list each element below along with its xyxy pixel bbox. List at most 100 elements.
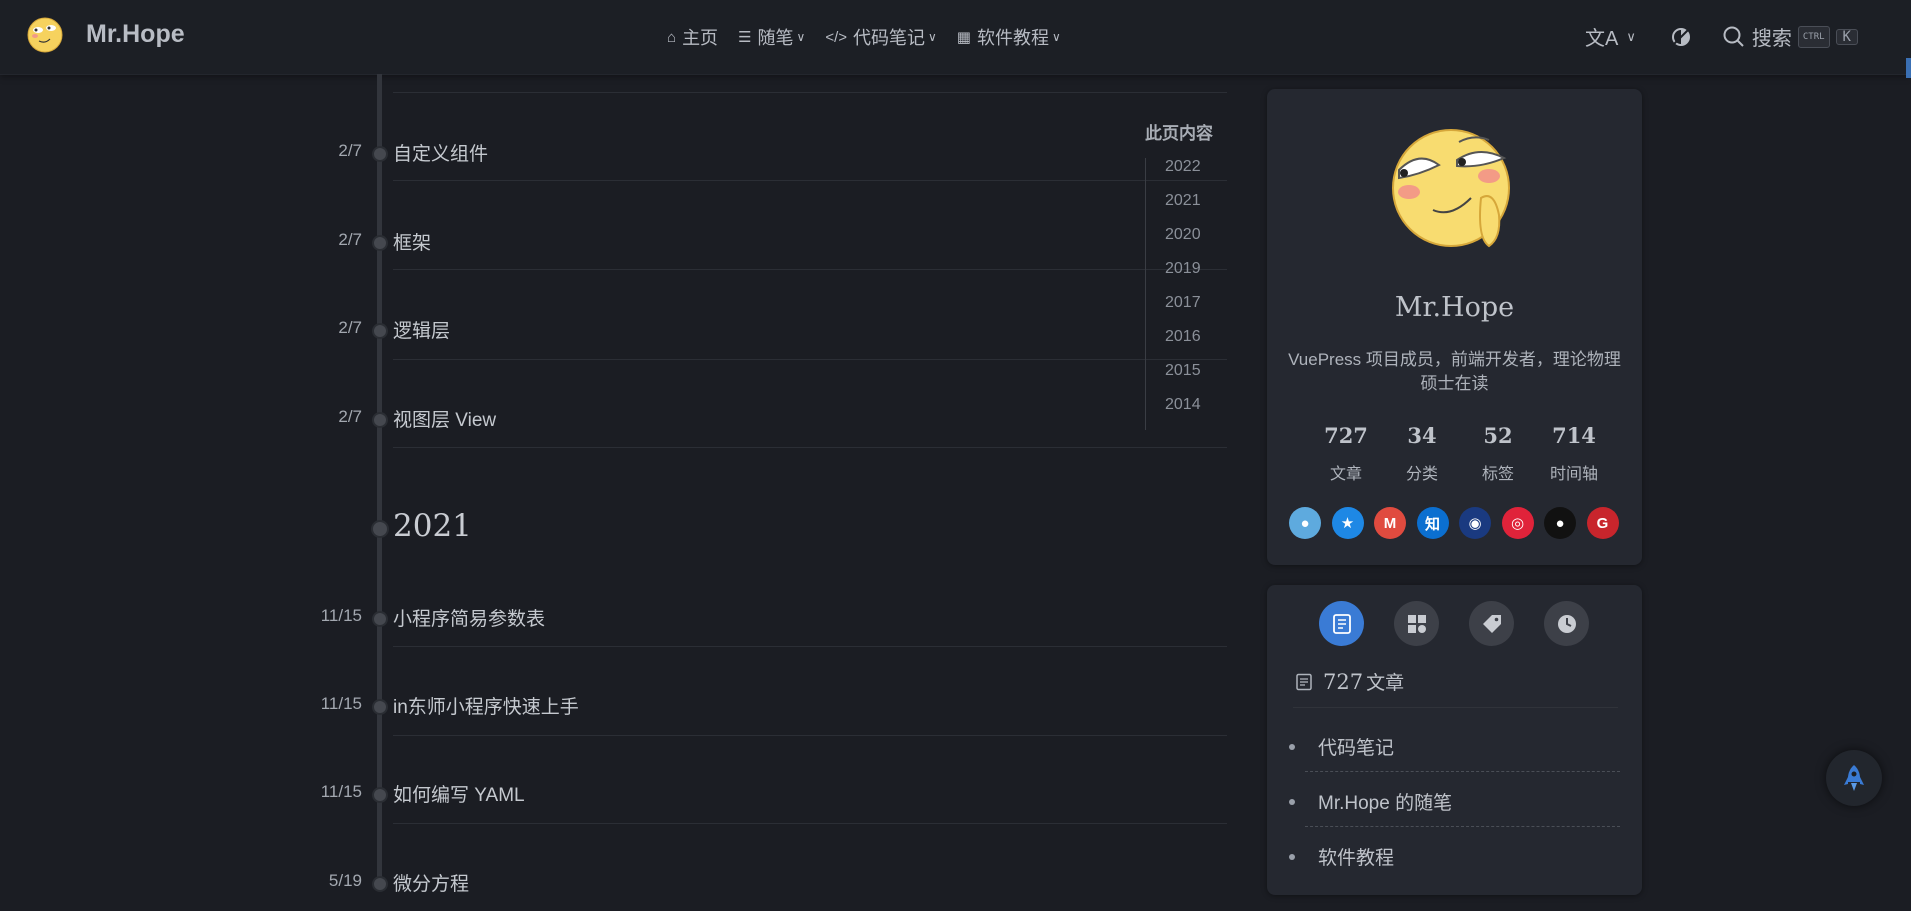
timeline-title[interactable]: 视图层 View bbox=[393, 405, 496, 432]
qzone-icon[interactable]: ★ bbox=[1331, 507, 1364, 539]
nav-home[interactable]: ⌂ 主页 bbox=[667, 24, 718, 50]
kbd-ctrl: CTRL bbox=[1797, 25, 1830, 48]
qq-icon[interactable]: ● bbox=[1289, 507, 1321, 539]
steam-icon[interactable]: ◉ bbox=[1459, 507, 1491, 539]
gmail-icon[interactable]: M bbox=[1374, 507, 1406, 539]
timeline-title[interactable]: 逻辑层 bbox=[393, 316, 450, 343]
timeline-item[interactable]: 2/7 框架 bbox=[0, 230, 1230, 270]
language-switch[interactable]: 文A ∨ bbox=[1585, 22, 1636, 51]
list-item[interactable]: 代码笔记 bbox=[1289, 733, 1622, 788]
tag-icon bbox=[1482, 614, 1501, 633]
timeline-title[interactable]: 框架 bbox=[393, 228, 431, 255]
timeline-separator bbox=[393, 92, 1227, 93]
divider bbox=[1305, 771, 1620, 772]
logo-icon bbox=[27, 17, 63, 53]
list-item[interactable]: 软件教程 bbox=[1289, 843, 1622, 898]
toc-list: 2022 2021 2020 2019 2017 2016 2015 2014 bbox=[1145, 158, 1225, 430]
toc-heading: 此页内容 bbox=[1145, 124, 1213, 143]
weibo-icon[interactable]: ◎ bbox=[1501, 507, 1534, 539]
timeline-separator bbox=[393, 180, 1227, 181]
nav-notes-dropdown[interactable]: ☰ 随笔 ∨ bbox=[738, 24, 805, 50]
github-icon[interactable]: ● bbox=[1544, 507, 1576, 539]
timeline-title[interactable]: 自定义组件 bbox=[393, 139, 488, 166]
nav-software-label: 软件教程 bbox=[976, 28, 1049, 48]
timeline-item[interactable]: 11/15 in东师小程序快速上手 bbox=[0, 694, 1230, 734]
toc-item[interactable]: 2014 bbox=[1165, 396, 1225, 430]
divider bbox=[1305, 826, 1620, 827]
toc-item[interactable]: 2017 bbox=[1165, 294, 1225, 328]
toc-item[interactable]: 2019 bbox=[1165, 260, 1225, 294]
nav-actions: 文A ∨ 搜索 CTRL K bbox=[1585, 22, 1858, 51]
timeline-title[interactable]: in东师小程序快速上手 bbox=[393, 692, 579, 719]
stat-articles[interactable]: 727 文章 bbox=[1308, 423, 1384, 484]
timeline-dot bbox=[372, 412, 388, 428]
search-label: 搜索 bbox=[1751, 28, 1792, 50]
toc-item[interactable]: 2016 bbox=[1165, 328, 1225, 362]
bullet-icon bbox=[1289, 744, 1295, 750]
timeline-dot bbox=[372, 787, 388, 803]
category-link[interactable]: Mr.Hope 的随笔 bbox=[1318, 788, 1452, 815]
category-icon bbox=[1407, 614, 1426, 633]
zhihu-icon[interactable]: 知 bbox=[1416, 507, 1449, 539]
timeline-item[interactable]: 2/7 逻辑层 bbox=[0, 318, 1230, 358]
tab-tags[interactable] bbox=[1469, 601, 1514, 646]
category-link[interactable]: 软件教程 bbox=[1318, 843, 1394, 870]
tab-articles[interactable] bbox=[1319, 601, 1364, 646]
stat-number: 727 bbox=[1324, 423, 1368, 448]
timeline-date: 11/15 bbox=[320, 606, 362, 625]
toc-item[interactable]: 2021 bbox=[1165, 192, 1225, 226]
divider bbox=[1293, 707, 1618, 708]
bullet-icon bbox=[1289, 854, 1295, 860]
brand-link[interactable]: Mr.Hope bbox=[25, 14, 185, 54]
timeline-item[interactable]: 2/7 视图层 View bbox=[0, 407, 1230, 447]
category-list: 代码笔记 Mr.Hope 的随笔 软件教程 bbox=[1289, 733, 1622, 898]
timeline-item[interactable]: 11/15 如何编写 YAML bbox=[0, 782, 1230, 822]
scroll-indicator bbox=[1906, 58, 1911, 78]
nav-notes-label: 随笔 bbox=[757, 28, 794, 48]
toc-item[interactable]: 2022 bbox=[1165, 158, 1225, 192]
social-links: ● ★ M 知 ◉ ◎ ● G bbox=[1289, 507, 1629, 539]
translate-icon: 文A bbox=[1585, 28, 1619, 50]
timeline-date: 2/7 bbox=[338, 407, 362, 426]
timeline-date: 2/7 bbox=[338, 230, 362, 249]
stat-label: 文章 bbox=[1329, 466, 1362, 483]
timeline-dot bbox=[372, 611, 388, 627]
nav-code-dropdown[interactable]: </> 代码笔记 ∨ bbox=[825, 24, 936, 50]
search-button[interactable]: 搜索 CTRL K bbox=[1722, 22, 1858, 51]
stat-label: 标签 bbox=[1481, 466, 1514, 483]
code-icon: </> bbox=[825, 28, 847, 46]
nav-software-dropdown[interactable]: ▦ 软件教程 ∨ bbox=[957, 24, 1061, 50]
timeline-item[interactable]: 5/19 微分方程 bbox=[0, 871, 1230, 911]
tab-categories[interactable] bbox=[1394, 601, 1439, 646]
gitee-icon[interactable]: G bbox=[1586, 507, 1619, 539]
clock-icon bbox=[1557, 614, 1576, 633]
stat-tags[interactable]: 52 标签 bbox=[1460, 423, 1536, 484]
stat-label: 时间轴 bbox=[1549, 466, 1598, 483]
timeline-date: 2/7 bbox=[338, 141, 362, 160]
theme-toggle-icon[interactable] bbox=[1670, 26, 1692, 48]
notes-icon: ☰ bbox=[738, 29, 752, 46]
profile-stats: 727 文章 34 分类 52 标签 714 时间轴 bbox=[1308, 423, 1612, 484]
toc-item[interactable]: 2020 bbox=[1165, 226, 1225, 260]
timeline-date: 11/15 bbox=[320, 694, 362, 713]
tab-timeline[interactable] bbox=[1544, 601, 1589, 646]
list-item[interactable]: Mr.Hope 的随笔 bbox=[1289, 788, 1622, 843]
timeline-year-heading: 2021 bbox=[393, 508, 472, 544]
stat-categories[interactable]: 34 分类 bbox=[1384, 423, 1460, 484]
bullet-icon bbox=[1289, 799, 1295, 805]
article-icon bbox=[1296, 673, 1312, 690]
timeline-separator bbox=[393, 447, 1227, 448]
category-link[interactable]: 代码笔记 bbox=[1318, 733, 1394, 760]
stat-number: 714 bbox=[1552, 423, 1596, 448]
back-to-top-button[interactable] bbox=[1826, 750, 1882, 806]
toc-item[interactable]: 2015 bbox=[1165, 362, 1225, 396]
timeline-item[interactable]: 2/7 自定义组件 bbox=[0, 141, 1230, 181]
timeline-dot bbox=[372, 699, 388, 715]
timeline-title[interactable]: 小程序简易参数表 bbox=[393, 604, 545, 631]
nav-home-label: 主页 bbox=[682, 28, 719, 48]
stat-timeline[interactable]: 714 时间轴 bbox=[1536, 423, 1612, 484]
timeline-title[interactable]: 如何编写 YAML bbox=[393, 780, 525, 807]
profile-name: Mr.Hope bbox=[1394, 292, 1515, 323]
timeline-title[interactable]: 微分方程 bbox=[393, 869, 469, 896]
timeline-item[interactable]: 11/15 小程序简易参数表 bbox=[0, 606, 1230, 646]
